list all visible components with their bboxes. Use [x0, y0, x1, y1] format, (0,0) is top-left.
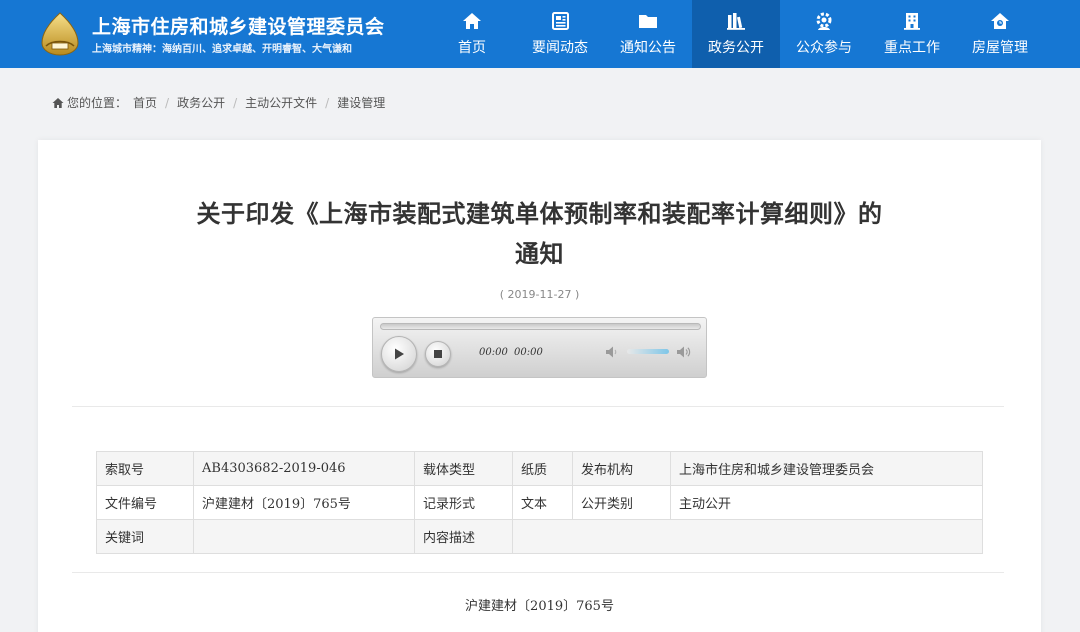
table-cell: 关键词 — [96, 519, 194, 554]
books-icon — [727, 13, 745, 30]
site-motto: 上海城市精神：海纳百川、追求卓越、开明睿智、大气谦和 — [92, 44, 352, 55]
building-icon — [904, 13, 920, 30]
nav-item-home[interactable]: 首页 — [428, 0, 516, 68]
table-cell: 纸质 — [512, 451, 573, 486]
table-cell: 文本 — [512, 485, 573, 520]
nav-item-news[interactable]: 要闻动态 — [516, 0, 604, 68]
home-icon — [463, 13, 481, 29]
site-header: 上海市住房和城乡建设管理委员会 上海城市精神：海纳百川、追求卓越、开明睿智、大气… — [0, 0, 1080, 68]
table-cell: 记录形式 — [414, 485, 513, 520]
main-nav: 首页 要闻动态 通知公告 政务公开 公众参与 重点工作 房屋管理 — [428, 0, 1044, 68]
play-icon — [395, 348, 404, 360]
divider — [72, 572, 1004, 573]
site-title[interactable]: 上海市住房和城乡建设管理委员会 — [92, 12, 385, 39]
emblem-logo[interactable] — [36, 10, 84, 58]
breadcrumb-link-home[interactable]: 首页 — [133, 94, 157, 111]
table-cell: 内容描述 — [414, 519, 513, 554]
news-icon — [552, 12, 569, 30]
article-title: 关于印发《上海市装配式建筑单体预制率和装配率计算细则》的 通知 — [38, 194, 1041, 274]
nav-item-notices[interactable]: 通知公告 — [604, 0, 692, 68]
breadcrumb: 您的位置： 首页 / 政务公开 / 主动公开文件 / 建设管理 — [52, 94, 385, 111]
table-cell: AB4303682-2019-046 — [193, 451, 415, 486]
nav-item-public-participation[interactable]: 公众参与 — [780, 0, 868, 68]
article-card: 关于印发《上海市装配式建筑单体预制率和装配率计算细则》的 通知 ( 2019-1… — [38, 140, 1041, 632]
breadcrumb-link-government-affairs[interactable]: 政务公开 — [177, 94, 225, 111]
breadcrumb-separator: / — [233, 95, 238, 110]
table-cell — [512, 519, 983, 554]
divider — [72, 406, 1004, 407]
volume-slider[interactable] — [627, 349, 669, 354]
audio-progress-bar[interactable] — [380, 323, 701, 330]
current-time: 00:00 — [479, 347, 508, 358]
breadcrumb-link-public-documents[interactable]: 主动公开文件 — [245, 94, 317, 111]
document-number: 沪建建材〔2019〕765号 — [465, 599, 614, 614]
volume-max-icon[interactable] — [676, 345, 691, 359]
breadcrumb-link-construction-management[interactable]: 建设管理 — [337, 94, 385, 111]
article-title-line-1: 关于印发《上海市装配式建筑单体预制率和装配率计算细则》的 — [196, 200, 883, 228]
table-cell: 发布机构 — [572, 451, 671, 486]
document-info-table: 索取号 AB4303682-2019-046 载体类型 纸质 发布机构 上海市住… — [96, 451, 983, 554]
audio-player: 00:00 00:00 — [372, 317, 707, 378]
stop-button[interactable] — [425, 341, 451, 367]
table-cell: 主动公开 — [670, 485, 983, 520]
table-cell — [193, 519, 415, 554]
nav-label: 政务公开 — [708, 40, 764, 56]
mute-icon[interactable] — [605, 345, 620, 359]
table-row: 索取号 AB4303682-2019-046 载体类型 纸质 发布机构 上海市住… — [96, 451, 983, 486]
breadcrumb-separator: / — [325, 95, 330, 110]
stop-icon — [434, 350, 442, 358]
nav-label: 首页 — [458, 40, 486, 56]
breadcrumb-separator: / — [165, 95, 170, 110]
breadcrumb-prefix: 您的位置： — [67, 96, 128, 110]
article-date: ( 2019-11-27 ) — [499, 288, 580, 301]
home-icon — [52, 97, 64, 108]
nav-item-key-work[interactable]: 重点工作 — [868, 0, 956, 68]
nav-item-government-affairs[interactable]: 政务公开 — [692, 0, 780, 68]
table-cell: 公开类别 — [572, 485, 671, 520]
nav-label: 房屋管理 — [972, 40, 1028, 56]
table-cell: 上海市住房和城乡建设管理委员会 — [670, 451, 983, 486]
table-row: 文件编号 沪建建材〔2019〕765号 记录形式 文本 公开类别 主动公开 — [96, 485, 983, 520]
nav-label: 要闻动态 — [532, 40, 588, 56]
table-cell: 载体类型 — [414, 451, 513, 486]
article-title-line-2: 通知 — [515, 240, 564, 268]
nav-label: 公众参与 — [796, 40, 852, 56]
people-gear-icon — [816, 12, 832, 30]
nav-item-housing-management[interactable]: 房屋管理 — [956, 0, 1044, 68]
table-cell: 沪建建材〔2019〕765号 — [193, 485, 415, 520]
duration: 00:00 — [514, 347, 543, 358]
nav-label: 通知公告 — [620, 40, 676, 56]
nav-label: 重点工作 — [884, 40, 940, 56]
folder-icon — [639, 15, 657, 28]
play-button[interactable] — [381, 336, 417, 372]
table-row: 关键词 内容描述 — [96, 519, 983, 554]
house-icon — [991, 13, 1009, 29]
table-cell: 索取号 — [96, 451, 194, 486]
table-cell: 文件编号 — [96, 485, 194, 520]
